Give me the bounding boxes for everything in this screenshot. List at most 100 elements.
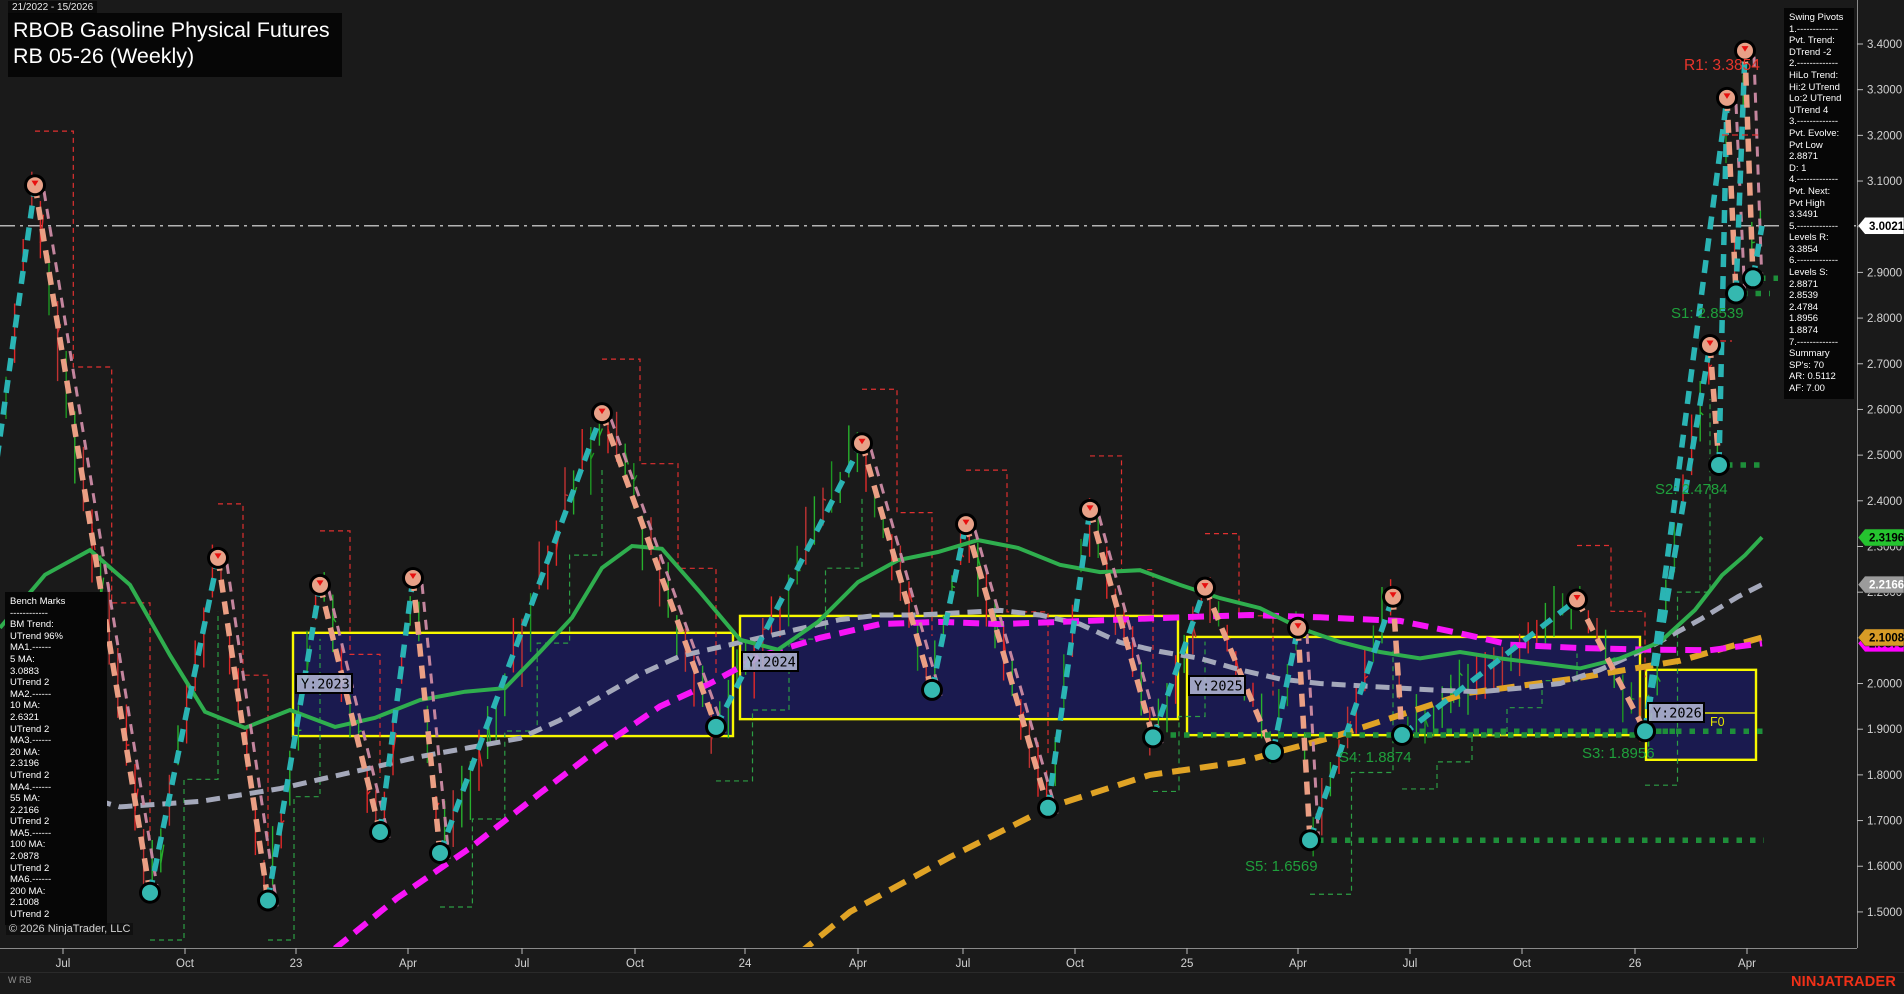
swing-pivots-line: Pvt High bbox=[1789, 197, 1825, 209]
swing-pivots-line: 6.------------- bbox=[1789, 255, 1839, 267]
time-tick-label: Jul bbox=[956, 958, 971, 970]
stop-line-short bbox=[862, 388, 933, 636]
bench-marks-line: MA6.------ bbox=[10, 874, 52, 886]
bench-marks-line: 2.6321 bbox=[10, 711, 40, 723]
bench-marks-line: MA4.------ bbox=[10, 781, 52, 793]
copyright-notice: © 2026 NinjaTrader, LLC bbox=[6, 923, 134, 935]
swing-pivots-line: 2.4784 bbox=[1789, 301, 1819, 313]
swing-pivots-line: 3.3491 bbox=[1789, 209, 1819, 221]
price-tick-label: 1.5000 bbox=[1867, 907, 1902, 919]
time-tick-label: Apr bbox=[1738, 958, 1756, 970]
swing-pivots-line: Lo:2 UTrend bbox=[1789, 93, 1842, 105]
bench-marks-line: 2.3196 bbox=[10, 758, 40, 770]
bench-marks-line: MA2.------ bbox=[10, 688, 52, 700]
fib-level-label[interactable]: F0 bbox=[1710, 715, 1725, 729]
price-axis[interactable]: 3.40003.30003.20003.10003.00002.90002.80… bbox=[1857, 0, 1904, 948]
candles-layer bbox=[5, 74, 1762, 899]
price-marker-value: 2.1008 bbox=[1869, 632, 1904, 644]
swing-pivots-line: DTrend -2 bbox=[1789, 46, 1832, 58]
candle-close-tick bbox=[564, 494, 569, 497]
swing-pivots-line: Levels R: bbox=[1789, 232, 1829, 244]
time-tick-label: Apr bbox=[1289, 958, 1307, 970]
price-tick-label: 1.6000 bbox=[1867, 861, 1902, 873]
pivot-low-marker bbox=[260, 892, 276, 909]
swing-pivots-line: SP's: 70 bbox=[1789, 359, 1825, 371]
candle-close-tick bbox=[762, 628, 766, 631]
bench-marks-line: 2.2166 bbox=[10, 804, 40, 816]
price-tick-label: 1.8000 bbox=[1867, 770, 1902, 782]
bench-marks-line: MA1.------ bbox=[10, 642, 52, 654]
pivot-low-marker bbox=[1637, 723, 1653, 740]
secondary-swing-lines bbox=[42, 56, 1764, 907]
pivot-low-marker bbox=[372, 824, 388, 840]
price-marker-value: 3.0021 bbox=[1869, 221, 1904, 233]
pivot-low-marker bbox=[142, 884, 158, 901]
ninjatrader-chart-window: R1: 3.3854 S1: 2.8539 S2: 2.4784 S3: 1.8956… bbox=[0, 0, 1904, 994]
bench-marks-line: UTrend 96% bbox=[10, 630, 63, 642]
chart-title-line2: RB 05-26 (Weekly) bbox=[13, 44, 195, 68]
price-tick-label: 1.7000 bbox=[1867, 816, 1902, 828]
resistance-label: R1: 3.3854 bbox=[1684, 57, 1760, 74]
swing-pivots-line: Pvt. Evolve: bbox=[1789, 127, 1840, 139]
swing-pivots-line: UTrend 4 bbox=[1789, 104, 1829, 116]
time-tick-label: 25 bbox=[1181, 958, 1194, 970]
price-marker-value: 2.3196 bbox=[1869, 533, 1904, 545]
time-axis[interactable]: Jul Oct 23 Apr Jul Oct 24 Apr Jul Oct 25 Apr Jul Oct 2… bbox=[0, 948, 1904, 973]
time-tick-label: 24 bbox=[739, 958, 752, 970]
pivot-low-marker bbox=[1394, 727, 1410, 743]
bench-marks-line: UTrend 2 bbox=[10, 677, 50, 689]
bench-marks-line: UTrend 2 bbox=[10, 769, 50, 781]
swing-pivots-line: Pvt. Trend: bbox=[1789, 35, 1835, 47]
support-label: S1: 2.8539 bbox=[1671, 305, 1744, 322]
bench-marks-line: UTrend 2 bbox=[10, 909, 50, 921]
pivot-low-marker bbox=[1711, 457, 1727, 473]
year-box[interactable] bbox=[1185, 635, 1642, 737]
pivot-low-marker bbox=[432, 845, 448, 861]
price-tick-label: 1.9000 bbox=[1867, 724, 1902, 736]
price-chart-canvas[interactable]: R1: 3.3854 S1: 2.8539 S2: 2.4784 S3: 1.8956… bbox=[0, 0, 1904, 994]
time-tick-label: 23 bbox=[290, 958, 303, 970]
pivot-low-marker bbox=[1265, 744, 1281, 760]
stop-line-short bbox=[602, 358, 717, 673]
swing-pivots-line: 1.8874 bbox=[1789, 325, 1819, 337]
time-tick-label: Jul bbox=[515, 958, 530, 970]
pivot-low-marker bbox=[1728, 285, 1744, 302]
swing-pivots-line: Pvt. Next: bbox=[1789, 185, 1831, 197]
pivot-low-marker bbox=[1302, 832, 1318, 849]
swing-pivots-panel: Swing Pivots 1.------------- Pvt. Trend: DT… bbox=[1784, 8, 1854, 399]
bench-marks-line: 5 MA: bbox=[10, 653, 35, 665]
swing-pivots-line: AF: 7.00 bbox=[1789, 383, 1825, 394]
price-tick-label: 3.3000 bbox=[1867, 85, 1902, 97]
bench-marks-line: 10 MA: bbox=[10, 700, 41, 712]
bench-marks-line: UTrend 2 bbox=[10, 862, 50, 874]
swing-pivots-line: 4.------------- bbox=[1789, 174, 1839, 186]
pivot-low-marker bbox=[708, 718, 724, 735]
price-tick-label: 2.4000 bbox=[1867, 496, 1902, 508]
pivot-low-marker bbox=[924, 681, 940, 698]
ninjatrader-logo: NINJATRADER bbox=[1790, 974, 1896, 990]
pivot-low-marker bbox=[1040, 799, 1056, 816]
swing-pivots-line: D: 1 bbox=[1789, 162, 1807, 174]
swing-pivots-line: 1.------------- bbox=[1789, 23, 1839, 35]
bench-marks-line: UTrend 2 bbox=[10, 816, 50, 828]
candle-close-tick bbox=[1631, 698, 1635, 700]
bench-marks-line: 2.1008 bbox=[10, 897, 40, 909]
support-label: S5: 1.6569 bbox=[1245, 858, 1318, 875]
pivot-low-marker bbox=[1745, 270, 1761, 287]
pivot-low-marker bbox=[1145, 729, 1161, 746]
swing-pivots-line: 2.8871 bbox=[1789, 278, 1819, 290]
year-label: Y:2024 bbox=[747, 655, 796, 671]
bench-marks-line: 200 MA: bbox=[10, 885, 46, 897]
swing-pivots-line: Swing Pivots bbox=[1789, 12, 1844, 23]
support-label: S2: 2.4784 bbox=[1655, 481, 1728, 498]
swing-pivots-line: Summary bbox=[1789, 348, 1830, 360]
candle-close-tick bbox=[1751, 241, 1755, 244]
price-tick-label: 2.8000 bbox=[1867, 313, 1902, 325]
price-tick-label: 2.9000 bbox=[1867, 267, 1902, 279]
time-tick-label: Oct bbox=[176, 958, 195, 970]
upswing-line bbox=[0, 184, 38, 458]
time-tick-label: Oct bbox=[1513, 958, 1532, 970]
bench-marks-line: Bench Marks bbox=[10, 596, 66, 607]
swing-pivots-line: Hi:2 UTrend bbox=[1789, 81, 1840, 93]
time-tick-label: Oct bbox=[626, 958, 645, 970]
